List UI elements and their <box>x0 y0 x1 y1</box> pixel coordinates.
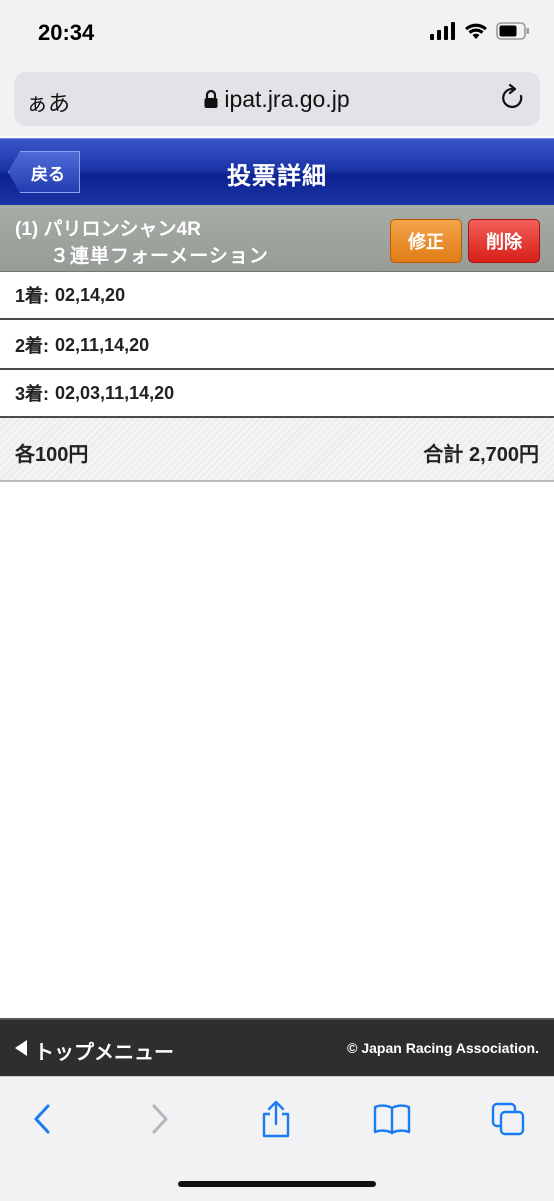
delete-button[interactable]: 削除 <box>468 219 540 263</box>
selection-row-1st: 1着: 02,14,20 <box>0 272 554 320</box>
book-icon <box>373 1103 411 1140</box>
page-title: 投票詳細 <box>227 163 327 190</box>
battery-icon <box>496 21 530 45</box>
lock-icon <box>204 88 218 115</box>
selection-numbers: 02,11,14,20 <box>55 334 150 355</box>
selection-label: 2着: <box>15 336 50 356</box>
triangle-left-icon <box>14 1039 28 1063</box>
browser-address-area: ぁあ ipat.jra.go.jp <box>0 66 554 136</box>
selection-row-3rd: 3着: 02,03,11,14,20 <box>0 370 554 418</box>
site-footer: トップメニュー © Japan Racing Association. <box>0 1018 554 1076</box>
bookmarks-button[interactable] <box>370 1099 414 1143</box>
race-header: (1) パリロンシャン4R ３連単フォーメーション 修正 削除 <box>0 205 554 272</box>
wifi-icon <box>464 22 488 45</box>
total-price: 合計 2,700円 <box>423 444 539 466</box>
tabs-icon <box>491 1102 525 1141</box>
share-icon <box>260 1100 292 1143</box>
modify-button[interactable]: 修正 <box>390 219 462 263</box>
address-bar[interactable]: ぁあ ipat.jra.go.jp <box>14 72 540 126</box>
url-text: ipat.jra.go.jp <box>224 86 350 112</box>
share-button[interactable] <box>254 1099 298 1143</box>
selection-label: 1着: <box>15 286 50 306</box>
page-header: 戻る 投票詳細 <box>0 138 554 205</box>
selection-numbers: 02,14,20 <box>55 284 126 305</box>
copyright-text: © Japan Racing Association. <box>347 1040 539 1056</box>
selection-label: 3着: <box>15 384 50 404</box>
browser-forward-button[interactable] <box>138 1099 182 1143</box>
status-bar: 20:34 <box>0 0 554 66</box>
top-menu-link[interactable]: トップメニュー <box>14 1036 174 1065</box>
selection-row-2nd: 2着: 02,11,14,20 <box>0 322 554 370</box>
selection-numbers: 02,03,11,14,20 <box>55 382 175 403</box>
home-indicator <box>178 1181 376 1187</box>
tabs-button[interactable] <box>486 1099 530 1143</box>
bet-type: ３連単フォーメーション <box>50 246 269 267</box>
top-menu-label: トップメニュー <box>34 1042 174 1064</box>
url-display[interactable]: ipat.jra.go.jp <box>14 86 540 115</box>
cellular-signal-icon <box>430 21 456 45</box>
amount-row: 各100円 合計 2,700円 <box>0 418 554 482</box>
unit-price: 各100円 <box>15 444 89 466</box>
status-icons <box>430 21 530 45</box>
status-time: 20:34 <box>38 20 95 45</box>
chevron-right-icon <box>150 1104 170 1139</box>
chevron-left-icon <box>32 1104 52 1139</box>
browser-back-button[interactable] <box>20 1099 64 1143</box>
reload-icon[interactable] <box>500 83 526 117</box>
race-name: (1) パリロンシャン4R <box>15 219 201 240</box>
